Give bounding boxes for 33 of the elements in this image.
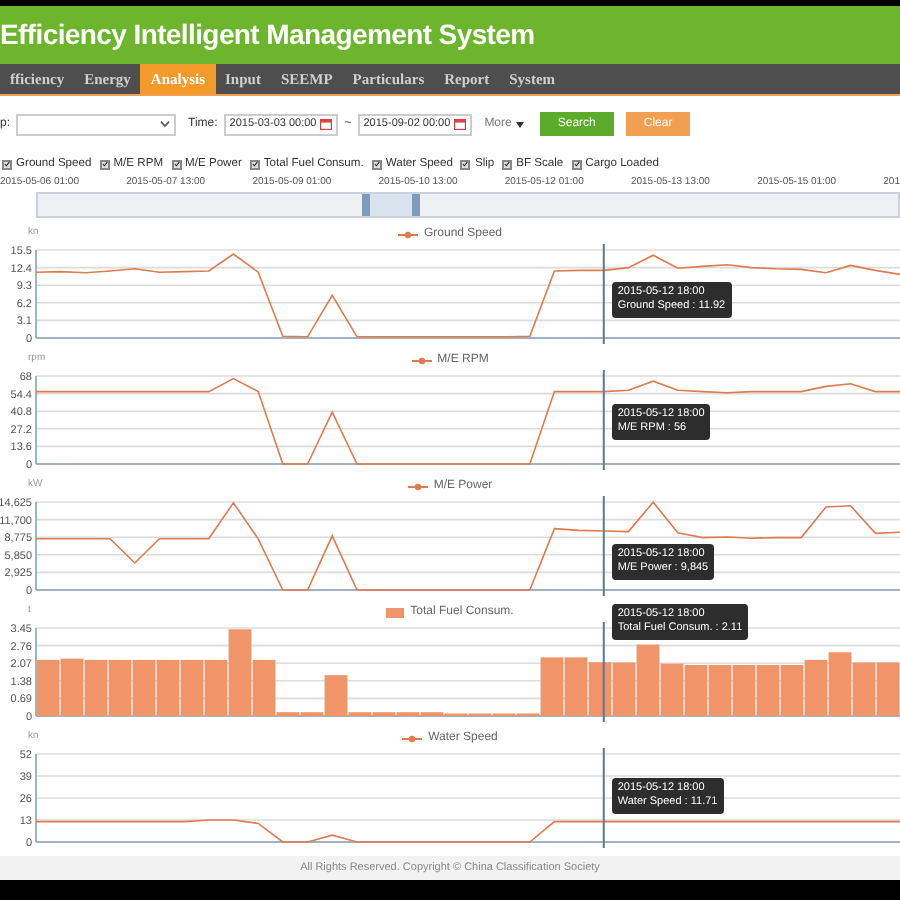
calendar-icon <box>454 118 467 130</box>
check-icon <box>373 160 380 168</box>
crosshair-line <box>602 622 605 723</box>
check-icon <box>251 160 258 168</box>
legend-line-icon <box>397 229 418 239</box>
check-icon <box>462 160 469 168</box>
check-icon <box>4 160 10 168</box>
legend-line-icon <box>411 355 432 365</box>
check-icon <box>173 160 180 168</box>
check-icon <box>573 160 580 168</box>
checkbox[interactable] <box>371 159 382 169</box>
range-handle[interactable] <box>412 194 420 216</box>
checkbox[interactable] <box>171 159 182 169</box>
checkbox[interactable] <box>99 159 110 169</box>
caret-icon <box>515 121 524 127</box>
check-icon <box>101 160 108 168</box>
crosshair-line <box>602 496 605 597</box>
crosshair-line <box>602 244 605 345</box>
app-title: Efficiency Intelligent Management System <box>0 16 535 54</box>
checkbox[interactable] <box>2 159 12 169</box>
crosshair-line <box>602 370 605 471</box>
calendar-icon <box>320 118 333 130</box>
check-icon <box>504 160 511 168</box>
legend-swatch-icon <box>386 607 405 617</box>
legend-line-icon <box>407 481 428 491</box>
chevron-down-icon <box>160 120 171 128</box>
crosshair-line <box>602 748 605 849</box>
range-handle[interactable] <box>362 194 370 216</box>
checkbox[interactable] <box>249 159 260 169</box>
checkbox[interactable] <box>502 159 513 169</box>
legend-line-icon <box>402 733 423 743</box>
checkbox[interactable] <box>460 159 471 169</box>
checkbox[interactable] <box>571 159 582 169</box>
